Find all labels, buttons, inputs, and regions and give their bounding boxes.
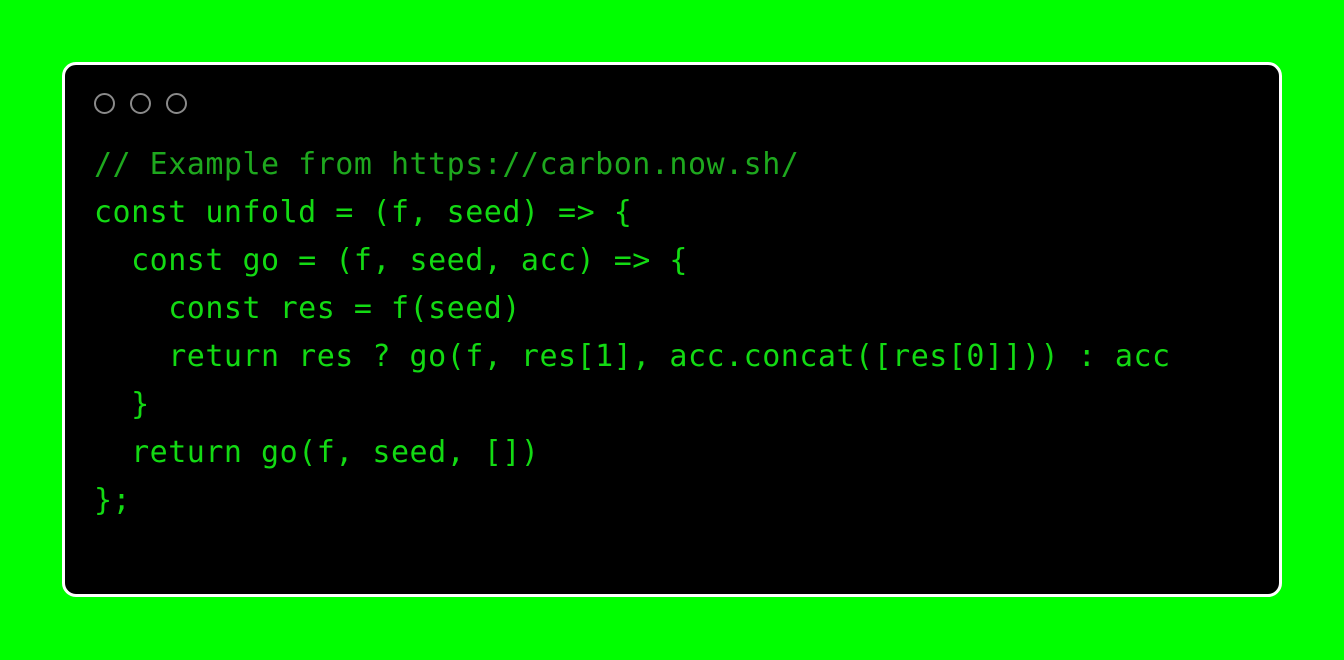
- code-line: }: [94, 387, 150, 422]
- window-titlebar: [65, 65, 1279, 141]
- minimize-dot-icon[interactable]: [130, 92, 151, 114]
- code-line: const unfold = (f, seed) => {: [94, 195, 633, 230]
- code-line: };: [94, 483, 132, 518]
- page-background: // Example from https://carbon.now.sh/ c…: [0, 0, 1344, 660]
- code-line: return go(f, seed, []): [94, 435, 540, 470]
- code-line: const go = (f, seed, acc) => {: [94, 243, 688, 278]
- code-window: // Example from https://carbon.now.sh/ c…: [62, 62, 1282, 597]
- code-block: // Example from https://carbon.now.sh/ c…: [65, 141, 1279, 594]
- close-dot-icon[interactable]: [94, 92, 115, 114]
- code-line: const res = f(seed): [94, 291, 521, 326]
- code-line: // Example from https://carbon.now.sh/: [94, 147, 800, 182]
- maximize-dot-icon[interactable]: [166, 92, 187, 114]
- code-line: return res ? go(f, res[1], acc.concat([r…: [94, 339, 1171, 374]
